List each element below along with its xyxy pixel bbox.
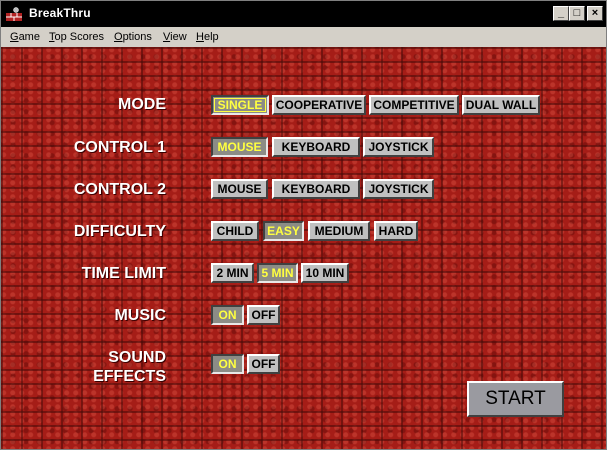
- menu-top-scores[interactable]: Top Scores: [49, 31, 104, 43]
- mode-label: MODE: [118, 96, 166, 113]
- control1-mouse-button[interactable]: MOUSE: [211, 137, 268, 157]
- mode-dual-wall-button[interactable]: DUAL WALL: [462, 95, 540, 115]
- breakthru-app-icon[interactable]: [5, 6, 23, 22]
- difficulty-child-button[interactable]: CHILD: [211, 221, 259, 241]
- start-button[interactable]: START: [467, 381, 564, 417]
- maximize-button[interactable]: □: [569, 6, 585, 21]
- sound-effects-off-button[interactable]: OFF: [247, 354, 280, 374]
- control1-label: CONTROL 1: [73, 139, 166, 156]
- music-off-button[interactable]: OFF: [247, 305, 280, 325]
- minimize-button[interactable]: _: [553, 6, 569, 21]
- time-limit-label: TIME LIMIT: [81, 265, 166, 282]
- menu-bar: Game Top Scores Options View Help: [1, 27, 606, 47]
- mode-cooperative-button[interactable]: COOPERATIVE: [272, 95, 366, 115]
- difficulty-easy-button[interactable]: EASY: [263, 221, 304, 241]
- app-window: BreakThru _ □ × Game Top Scores Options …: [0, 0, 607, 450]
- mode-single-button[interactable]: SINGLE: [211, 95, 269, 115]
- menu-game[interactable]: Game: [10, 31, 40, 43]
- menu-help[interactable]: Help: [196, 31, 219, 43]
- difficulty-hard-button[interactable]: HARD: [374, 221, 418, 241]
- menu-view[interactable]: View: [163, 31, 187, 43]
- music-label: MUSIC: [114, 307, 166, 324]
- difficulty-label: DIFFICULTY: [73, 223, 166, 240]
- control2-mouse-button[interactable]: MOUSE: [211, 179, 268, 199]
- time-5min-button[interactable]: 5 MIN: [257, 263, 298, 283]
- difficulty-medium-button[interactable]: MEDIUM: [308, 221, 370, 241]
- time-2min-button[interactable]: 2 MIN: [211, 263, 254, 283]
- mode-competitive-button[interactable]: COMPETITIVE: [369, 95, 459, 115]
- title-bar[interactable]: BreakThru _ □ ×: [1, 1, 606, 27]
- control1-keyboard-button[interactable]: KEYBOARD: [272, 137, 360, 157]
- music-on-button[interactable]: ON: [211, 305, 244, 325]
- window-title: BreakThru: [29, 6, 91, 20]
- sound-effects-label-line2: EFFECTS: [93, 368, 166, 385]
- sound-effects-label: SOUND EFFECTS: [41, 348, 166, 386]
- control2-joystick-button[interactable]: JOYSTICK: [363, 179, 434, 199]
- control2-keyboard-button[interactable]: KEYBOARD: [272, 179, 360, 199]
- sound-effects-label-line1: SOUND: [108, 349, 166, 366]
- control2-label: CONTROL 2: [73, 181, 166, 198]
- sound-effects-on-button[interactable]: ON: [211, 354, 244, 374]
- close-button[interactable]: ×: [587, 6, 603, 21]
- time-10min-button[interactable]: 10 MIN: [301, 263, 349, 283]
- control1-joystick-button[interactable]: JOYSTICK: [363, 137, 434, 157]
- menu-options[interactable]: Options: [114, 31, 152, 43]
